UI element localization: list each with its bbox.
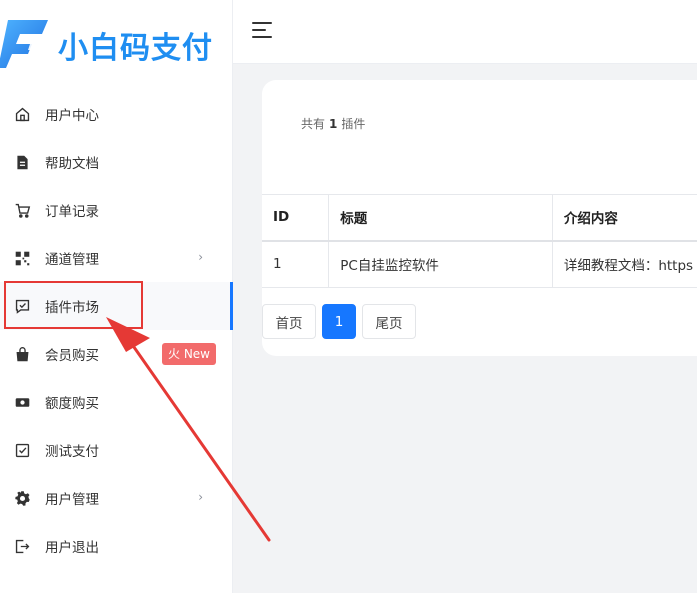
cart-icon — [12, 200, 32, 220]
table-row[interactable]: 1 PC自挂监控软件 详细教程文档：https — [262, 240, 697, 288]
logo[interactable]: 小白码支付 — [0, 14, 233, 70]
column-header-title: 标题 — [328, 194, 553, 242]
new-badge: 火 New — [162, 343, 216, 365]
plugin-count-summary: 共有 1 插件 — [301, 115, 365, 132]
pagination: 首页 1 尾页 — [262, 304, 416, 339]
table-header-row: ID 标题 介绍内容 — [262, 194, 697, 242]
logo-text: 小白码支付 — [58, 31, 213, 66]
sidebar-item-label: 帮助文档 — [45, 156, 99, 172]
chevron-right-icon: › — [198, 250, 203, 264]
cell-id: 1 — [262, 240, 329, 288]
plugin-table: ID 标题 介绍内容 1 PC自挂监控软件 详细教程文档：https — [262, 194, 697, 288]
sidebar-item-label: 测试支付 — [45, 444, 99, 460]
last-page-button[interactable]: 尾页 — [362, 304, 416, 339]
cell-title: PC自挂监控软件 — [328, 240, 553, 288]
sidebar-item-logout[interactable]: 用户退出 — [0, 522, 233, 570]
annotation-highlight-box — [4, 281, 143, 329]
sidebar-item-channels[interactable]: 通道管理 › — [0, 234, 233, 282]
sidebar-item-user-manage[interactable]: 用户管理 › — [0, 474, 233, 522]
sidebar-item-orders[interactable]: 订单记录 — [0, 186, 233, 234]
cell-description: 详细教程文档：https — [551, 240, 697, 288]
document-icon — [12, 152, 32, 172]
page-number-button[interactable]: 1 — [322, 304, 356, 339]
bag-icon — [12, 344, 32, 364]
gear-icon — [12, 488, 32, 508]
sidebar-item-test-pay[interactable]: 测试支付 — [0, 426, 233, 474]
sidebar-item-quota[interactable]: 额度购买 — [0, 378, 233, 426]
sidebar-item-label: 通道管理 — [45, 252, 99, 268]
summary-count: 1 — [329, 117, 338, 131]
chevron-right-icon: › — [198, 490, 203, 504]
menu-toggle-icon[interactable] — [252, 22, 272, 38]
summary-prefix: 共有 — [301, 117, 326, 131]
plugin-market-card: 共有 1 插件 ID 标题 介绍内容 1 PC自挂监控软件 详细教程文档：https… — [262, 80, 697, 356]
sidebar-item-label: 额度购买 — [45, 396, 99, 412]
qrcode-icon — [12, 248, 32, 268]
sidebar-item-membership[interactable]: 会员购买 火 New — [0, 330, 233, 378]
logout-icon — [12, 536, 32, 556]
sidebar-item-label: 订单记录 — [45, 204, 99, 220]
money-icon — [12, 392, 32, 412]
summary-suffix: 插件 — [341, 117, 366, 131]
sidebar-item-label: 用户退出 — [45, 540, 99, 556]
column-header-description: 介绍内容 — [551, 194, 697, 242]
top-bar — [233, 0, 697, 64]
sidebar-item-label: 会员购买 — [45, 348, 99, 364]
first-page-button[interactable]: 首页 — [262, 304, 316, 339]
sidebar-item-user-center[interactable]: 用户中心 — [0, 90, 233, 138]
column-header-id: ID — [262, 194, 329, 242]
sidebar-item-help-docs[interactable]: 帮助文档 — [0, 138, 233, 186]
sidebar-menu: 用户中心 帮助文档 订单记录 通道管理 › 插件市场 会员购买 火 New 额度… — [0, 90, 233, 570]
sidebar-item-label: 用户中心 — [45, 108, 99, 124]
sidebar-item-label: 用户管理 — [45, 492, 99, 508]
home-icon — [12, 104, 32, 124]
checkbox-icon — [12, 440, 32, 460]
logo-icon — [0, 20, 48, 68]
